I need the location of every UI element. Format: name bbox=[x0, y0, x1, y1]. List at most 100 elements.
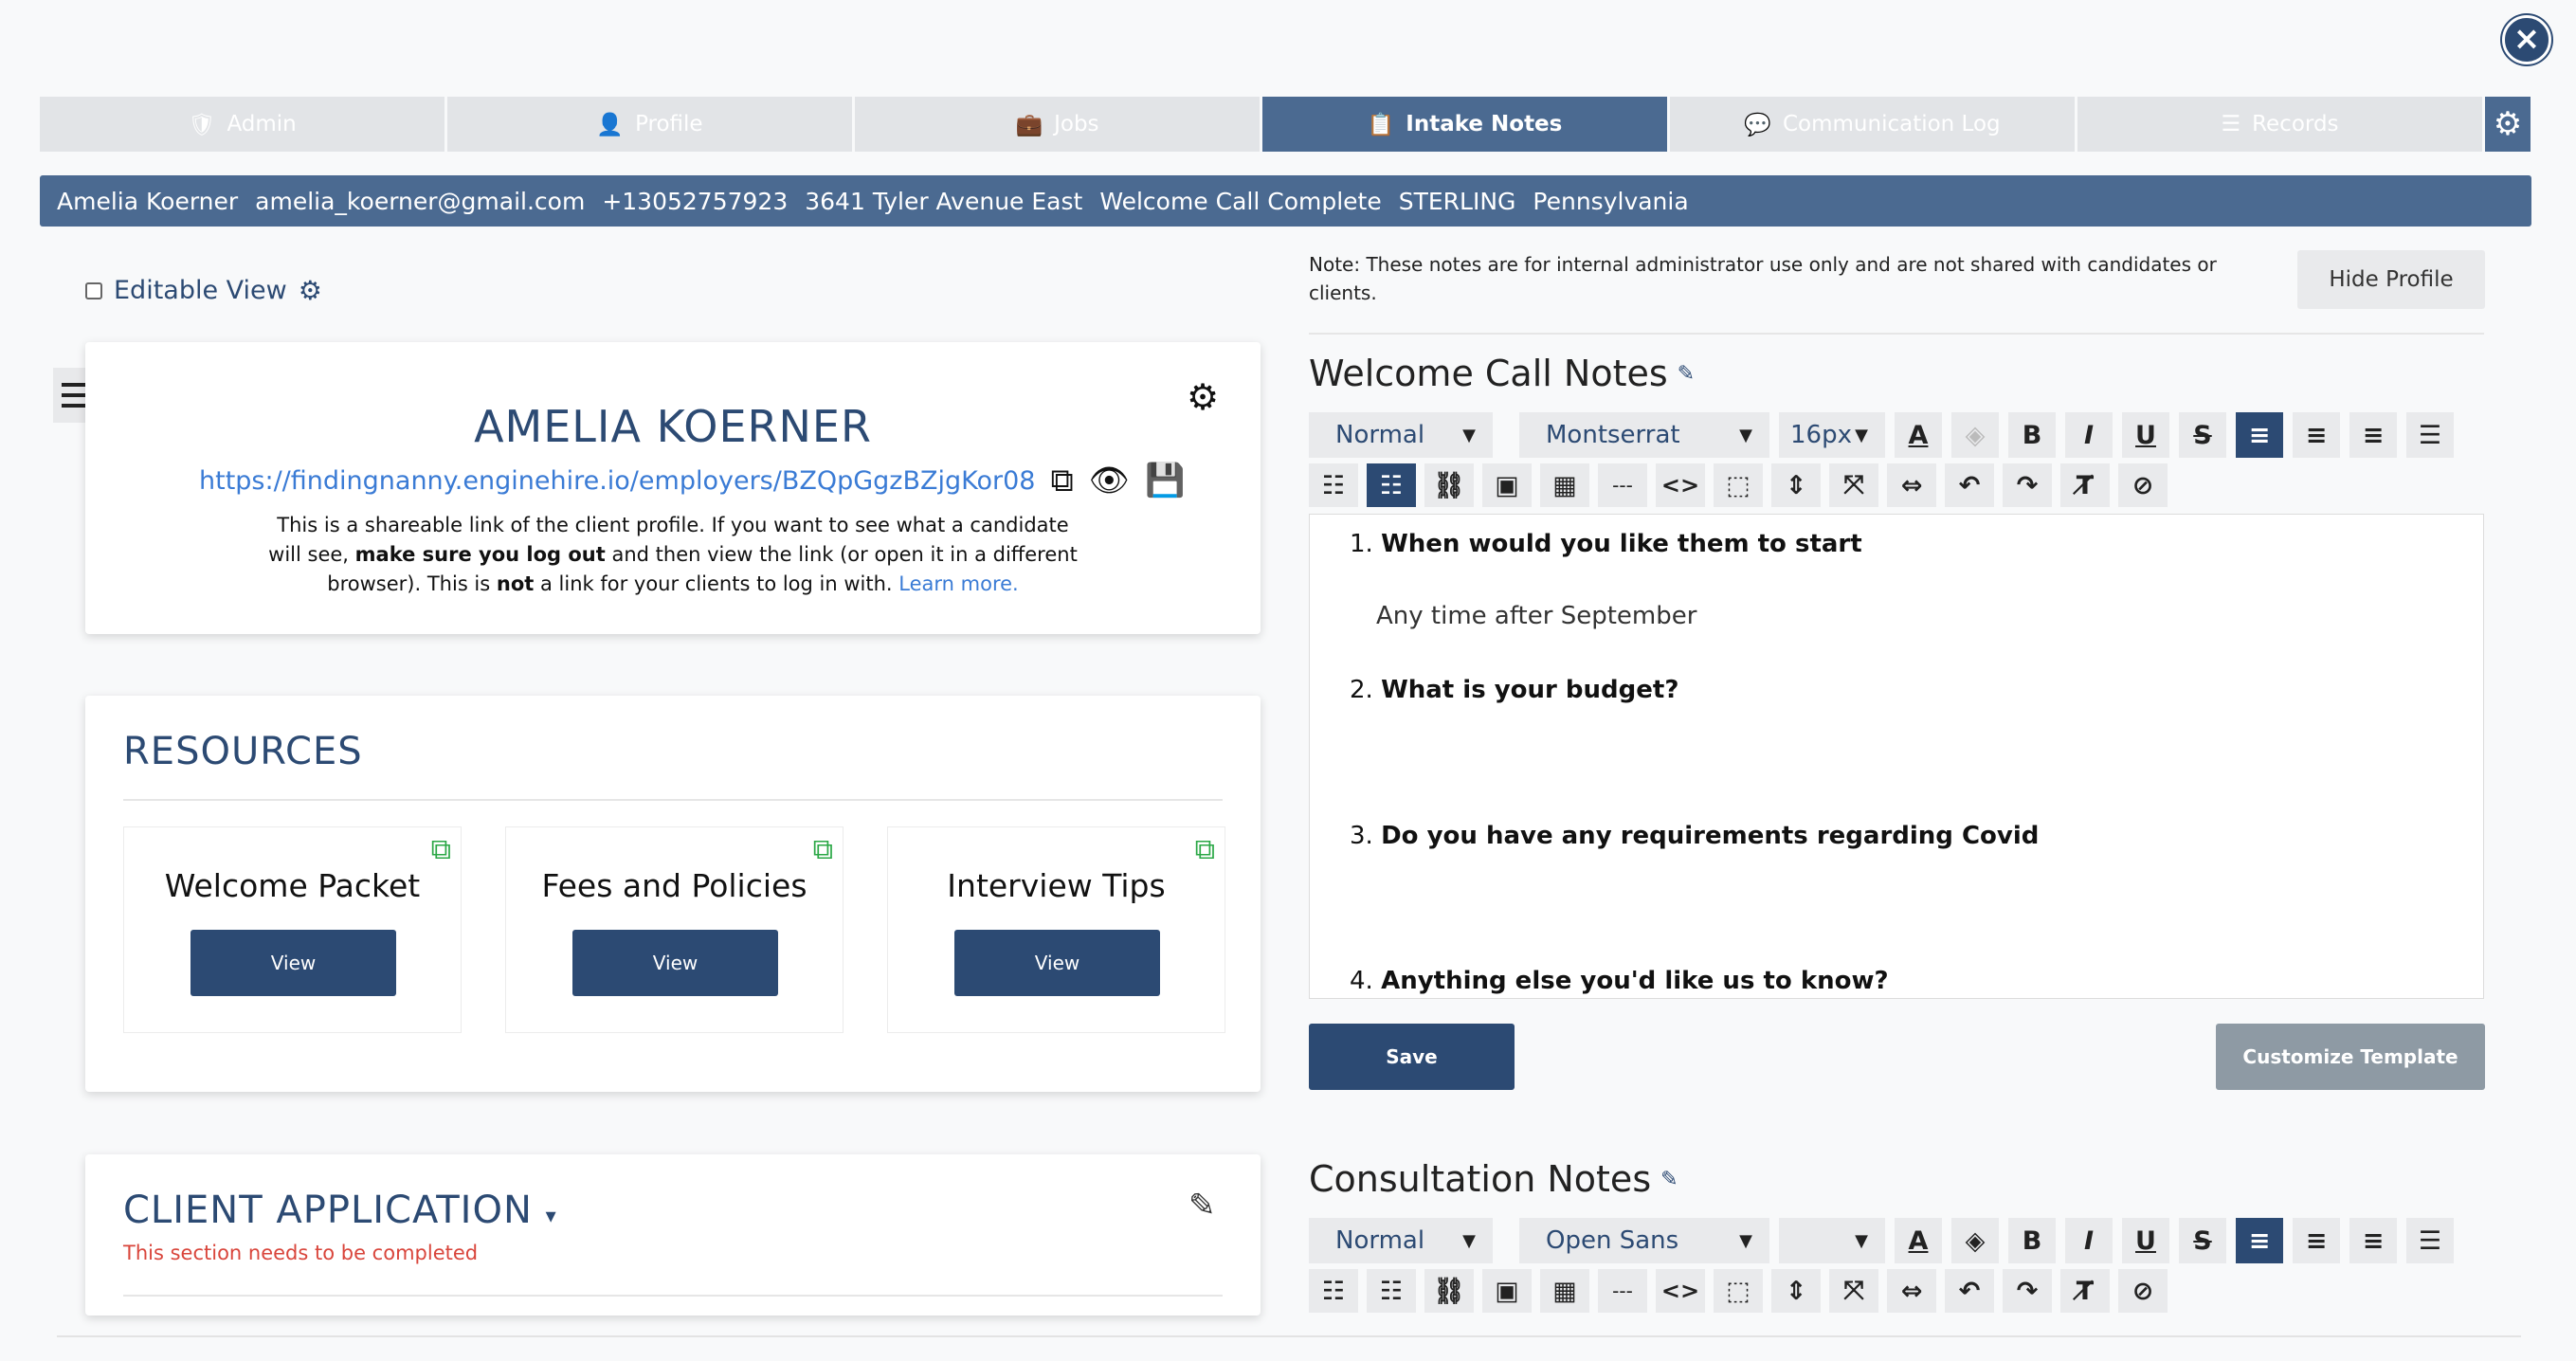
tab-profile[interactable]: 👤 Profile bbox=[447, 97, 852, 152]
font-select[interactable]: Montserrat ▼ bbox=[1519, 412, 1769, 458]
client-application-title[interactable]: CLIENT APPLICATION ▾ bbox=[123, 1189, 557, 1232]
expand-vertical-icon[interactable]: ⇕ bbox=[1771, 1269, 1821, 1313]
expand-horizontal-icon[interactable]: ⇔ bbox=[1887, 463, 1936, 507]
bold-icon[interactable]: B bbox=[2008, 412, 2056, 458]
pencil-icon[interactable]: ✎ bbox=[1678, 362, 1695, 386]
align-left-icon[interactable]: ≡ bbox=[2236, 1218, 2283, 1263]
expand-vertical-icon[interactable]: ⇕ bbox=[1771, 463, 1821, 507]
fullscreen-icon[interactable]: ⬚ bbox=[1714, 1269, 1763, 1313]
external-link-icon[interactable]: ⧉ bbox=[1195, 833, 1215, 866]
align-center-icon[interactable]: ≡ bbox=[2293, 1218, 2340, 1263]
align-right-icon[interactable]: ≡ bbox=[2349, 1218, 2397, 1263]
collapse-vertical-icon[interactable]: ⤧ bbox=[1829, 1269, 1878, 1313]
share-link[interactable]: https://findingnanny.enginehire.io/emplo… bbox=[199, 466, 1035, 496]
redo-icon[interactable]: ↷ bbox=[2003, 1269, 2052, 1313]
bulleted-list-icon[interactable]: ☷ bbox=[1309, 1269, 1358, 1313]
align-left-icon[interactable]: ≡ bbox=[2236, 412, 2283, 458]
highlight-icon[interactable]: ◈ bbox=[1951, 412, 1999, 458]
save-button[interactable]: Save bbox=[1309, 1024, 1515, 1090]
expand-horizontal-icon[interactable]: ⇔ bbox=[1887, 1269, 1936, 1313]
tab-communication-log[interactable]: 💬 Communication Log bbox=[1670, 97, 2075, 152]
share-link-description: This is a shareable link of the client p… bbox=[268, 514, 1078, 595]
horizontal-rule-icon[interactable]: --- bbox=[1598, 463, 1647, 507]
close-button[interactable]: × bbox=[2502, 15, 2551, 64]
code-icon[interactable]: <> bbox=[1656, 1269, 1705, 1313]
strikethrough-icon[interactable]: S bbox=[2179, 1218, 2226, 1263]
briefcase-icon: 💼 bbox=[1015, 112, 1043, 137]
copy-icon[interactable]: ⧉ bbox=[1050, 462, 1073, 499]
align-justify-icon[interactable]: ☰ bbox=[2406, 412, 2454, 458]
tab-records[interactable]: ☰ Records bbox=[2077, 97, 2482, 152]
chat-icon: 💬 bbox=[1744, 112, 1771, 137]
tab-admin[interactable]: 🛡 Admin bbox=[40, 97, 444, 152]
clear-format-icon[interactable]: T̸ bbox=[2060, 1269, 2110, 1313]
link-icon[interactable]: ⛓ bbox=[1424, 463, 1474, 507]
clear-format-icon[interactable]: T̸ bbox=[2060, 463, 2110, 507]
caret-down-icon: ▼ bbox=[1739, 425, 1752, 445]
editable-view-checkbox[interactable] bbox=[85, 281, 102, 299]
italic-icon[interactable]: I bbox=[2065, 1218, 2113, 1263]
bulleted-list-icon[interactable]: ☷ bbox=[1309, 463, 1358, 507]
disable-icon[interactable]: ⊘ bbox=[2118, 1269, 2168, 1313]
fullscreen-icon[interactable]: ⬚ bbox=[1714, 463, 1763, 507]
save-icon[interactable]: 💾 bbox=[1145, 462, 1185, 499]
disable-icon[interactable]: ⊘ bbox=[2118, 463, 2168, 507]
align-center-icon[interactable]: ≡ bbox=[2293, 412, 2340, 458]
redo-icon[interactable]: ↷ bbox=[2003, 463, 2052, 507]
align-right-icon[interactable]: ≡ bbox=[2349, 412, 2397, 458]
undo-icon[interactable]: ↶ bbox=[1945, 1269, 1994, 1313]
client-application-card: CLIENT APPLICATION ▾ This section needs … bbox=[85, 1154, 1261, 1316]
tab-settings-button[interactable]: ⚙ bbox=[2485, 97, 2531, 152]
customize-template-button[interactable]: Customize Template bbox=[2216, 1024, 2485, 1090]
divider bbox=[123, 1295, 1223, 1297]
view-button[interactable]: View bbox=[954, 930, 1160, 996]
share-link-row: https://findingnanny.enginehire.io/emplo… bbox=[199, 462, 1185, 499]
highlight-icon[interactable]: ◈ bbox=[1951, 1218, 1999, 1263]
learn-more-link[interactable]: Learn more. bbox=[898, 572, 1018, 595]
editor-toolbar-row-1: Normal ▼ Montserrat ▼ 16px ▼ A ◈ B I U S ≡ … bbox=[1309, 412, 2454, 458]
pencil-icon[interactable]: ✎ bbox=[1660, 1168, 1678, 1191]
underline-icon[interactable]: U bbox=[2122, 412, 2169, 458]
editable-view-toggle: Editable View ⚙ bbox=[85, 275, 322, 306]
view-button[interactable]: View bbox=[572, 930, 778, 996]
numbered-list-icon[interactable]: ☷ bbox=[1367, 463, 1416, 507]
numbered-list-icon[interactable]: ☷ bbox=[1367, 1269, 1416, 1313]
code-icon[interactable]: <> bbox=[1656, 463, 1705, 507]
undo-icon[interactable]: ↶ bbox=[1945, 463, 1994, 507]
view-button[interactable]: View bbox=[190, 930, 396, 996]
caret-down-icon: ▾ bbox=[545, 1205, 557, 1228]
font-color-icon[interactable]: A bbox=[1895, 412, 1942, 458]
client-tag: STERLING bbox=[1398, 187, 1516, 215]
size-select[interactable]: ▼ bbox=[1779, 1218, 1885, 1263]
pencil-icon[interactable]: ✎ bbox=[1188, 1187, 1216, 1225]
style-select[interactable]: Normal ▼ bbox=[1309, 1218, 1493, 1263]
collapse-vertical-icon[interactable]: ⤧ bbox=[1829, 463, 1878, 507]
link-icon[interactable]: ⛓ bbox=[1424, 1269, 1474, 1313]
horizontal-rule-icon[interactable]: --- bbox=[1598, 1269, 1647, 1313]
italic-icon[interactable]: I bbox=[2065, 412, 2113, 458]
table-icon[interactable]: ▦ bbox=[1540, 1269, 1589, 1313]
bold-icon[interactable]: B bbox=[2008, 1218, 2056, 1263]
table-icon[interactable]: ▦ bbox=[1540, 463, 1589, 507]
hide-profile-button[interactable]: Hide Profile bbox=[2297, 250, 2485, 309]
resource-label: Welcome Packet bbox=[164, 867, 421, 904]
underline-icon[interactable]: U bbox=[2122, 1218, 2169, 1263]
align-justify-icon[interactable]: ☰ bbox=[2406, 1218, 2454, 1263]
eye-icon[interactable]: 👁 bbox=[1089, 462, 1130, 499]
tab-intake-notes[interactable]: 📋 Intake Notes bbox=[1262, 97, 1667, 152]
welcome-notes-editor[interactable]: 1. When would you like them to start Any… bbox=[1309, 514, 2484, 999]
font-color-icon[interactable]: A bbox=[1895, 1218, 1942, 1263]
gear-icon[interactable]: ⚙ bbox=[1187, 376, 1219, 418]
strikethrough-icon[interactable]: S bbox=[2179, 412, 2226, 458]
section-warning: This section needs to be completed bbox=[123, 1242, 479, 1264]
image-icon[interactable]: ▣ bbox=[1482, 463, 1532, 507]
image-icon[interactable]: ▣ bbox=[1482, 1269, 1532, 1313]
tab-jobs[interactable]: 💼 Jobs bbox=[855, 97, 1260, 152]
gear-icon[interactable]: ⚙ bbox=[299, 275, 322, 306]
size-select[interactable]: 16px ▼ bbox=[1779, 412, 1885, 458]
external-link-icon[interactable]: ⧉ bbox=[813, 833, 833, 866]
font-select[interactable]: Open Sans ▼ bbox=[1519, 1218, 1769, 1263]
external-link-icon[interactable]: ⧉ bbox=[431, 833, 451, 866]
profile-name: AMELIA KOERNER bbox=[474, 401, 872, 452]
style-select[interactable]: Normal ▼ bbox=[1309, 412, 1493, 458]
